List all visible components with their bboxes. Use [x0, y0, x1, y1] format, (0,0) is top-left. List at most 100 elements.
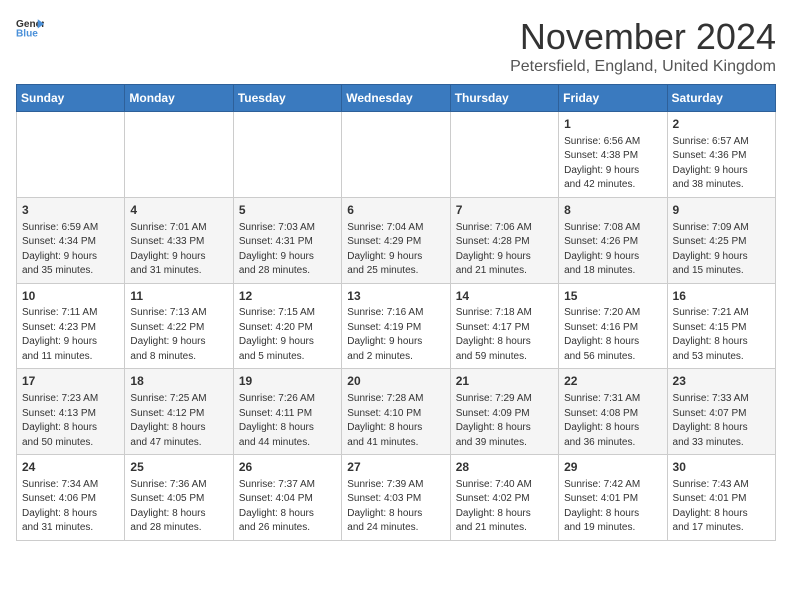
day-number: 15: [564, 288, 661, 305]
day-number: 1: [564, 116, 661, 133]
day-number: 3: [22, 202, 119, 219]
calendar-cell: 17 Sunrise: 7:23 AMSunset: 4:13 PMDayligh…: [17, 369, 125, 455]
day-info: Sunrise: 7:03 AMSunset: 4:31 PMDaylight:…: [239, 221, 336, 279]
day-info: Sunrise: 7:40 AMSunset: 4:02 PMDaylight:…: [456, 478, 553, 536]
day-number: 6: [347, 202, 444, 219]
day-number: 13: [347, 288, 444, 305]
day-number: 22: [564, 373, 661, 390]
day-info: Sunrise: 7:09 AMSunset: 4:25 PMDaylight:…: [673, 221, 770, 279]
day-info: Sunrise: 6:59 AMSunset: 4:34 PMDaylight:…: [22, 221, 119, 279]
day-number: 8: [564, 202, 661, 219]
calendar-cell: [233, 112, 341, 198]
logo: General Blue: [16, 16, 44, 38]
day-info: Sunrise: 7:29 AMSunset: 4:09 PMDaylight:…: [456, 392, 553, 450]
day-number: 20: [347, 373, 444, 390]
calendar-cell: 9 Sunrise: 7:09 AMSunset: 4:25 PMDaylight…: [667, 197, 775, 283]
calendar-cell: 14Sunrise: 7:18 AMSunset: 4:17 PMDayligh…: [450, 283, 558, 369]
col-header-saturday: Saturday: [667, 85, 775, 112]
day-info: Sunrise: 7:25 AMSunset: 4:12 PMDaylight:…: [130, 392, 227, 450]
day-number: 16: [673, 288, 770, 305]
calendar-cell: 19 Sunrise: 7:26 AMSunset: 4:11 PMDayligh…: [233, 369, 341, 455]
col-header-sunday: Sunday: [17, 85, 125, 112]
day-info: Sunrise: 7:23 AMSunset: 4:13 PMDaylight:…: [22, 392, 119, 450]
day-info: Sunrise: 7:42 AMSunset: 4:01 PMDaylight:…: [564, 478, 661, 536]
day-info: Sunrise: 7:13 AMSunset: 4:22 PMDaylight:…: [130, 306, 227, 364]
calendar-cell: [342, 112, 450, 198]
day-number: 29: [564, 459, 661, 476]
calendar-cell: 5 Sunrise: 7:03 AMSunset: 4:31 PMDaylight…: [233, 197, 341, 283]
day-info: Sunrise: 7:11 AMSunset: 4:23 PMDaylight:…: [22, 306, 119, 364]
calendar-week-row: 10Sunrise: 7:11 AMSunset: 4:23 PMDayligh…: [17, 283, 776, 369]
calendar-cell: 4 Sunrise: 7:01 AMSunset: 4:33 PMDaylight…: [125, 197, 233, 283]
calendar-week-row: 1 Sunrise: 6:56 AMSunset: 4:38 PMDaylight…: [17, 112, 776, 198]
day-number: 14: [456, 288, 553, 305]
location-subtitle: Petersfield, England, United Kingdom: [510, 58, 776, 76]
title-area: November 2024 Petersfield, England, Unit…: [510, 16, 776, 76]
calendar-cell: 2Sunrise: 6:57 AMSunset: 4:36 PMDaylight…: [667, 112, 775, 198]
calendar-cell: 27Sunrise: 7:39 AMSunset: 4:03 PMDayligh…: [342, 455, 450, 541]
calendar-cell: 6Sunrise: 7:04 AMSunset: 4:29 PMDaylight…: [342, 197, 450, 283]
calendar-cell: 24 Sunrise: 7:34 AMSunset: 4:06 PMDayligh…: [17, 455, 125, 541]
day-number: 27: [347, 459, 444, 476]
calendar-cell: 15Sunrise: 7:20 AMSunset: 4:16 PMDayligh…: [559, 283, 667, 369]
calendar-header-row: SundayMondayTuesdayWednesdayThursdayFrid…: [17, 85, 776, 112]
day-info: Sunrise: 7:20 AMSunset: 4:16 PMDaylight:…: [564, 306, 661, 364]
col-header-thursday: Thursday: [450, 85, 558, 112]
calendar-cell: 10Sunrise: 7:11 AMSunset: 4:23 PMDayligh…: [17, 283, 125, 369]
calendar-cell: 7Sunrise: 7:06 AMSunset: 4:28 PMDaylight…: [450, 197, 558, 283]
calendar-cell: 16Sunrise: 7:21 AMSunset: 4:15 PMDayligh…: [667, 283, 775, 369]
day-info: Sunrise: 7:15 AMSunset: 4:20 PMDaylight:…: [239, 306, 336, 364]
day-number: 23: [673, 373, 770, 390]
day-info: Sunrise: 7:18 AMSunset: 4:17 PMDaylight:…: [456, 306, 553, 364]
day-number: 9: [673, 202, 770, 219]
day-info: Sunrise: 7:36 AMSunset: 4:05 PMDaylight:…: [130, 478, 227, 536]
day-number: 30: [673, 459, 770, 476]
calendar-cell: 20 Sunrise: 7:28 AMSunset: 4:10 PMDayligh…: [342, 369, 450, 455]
calendar-cell: 28 Sunrise: 7:40 AMSunset: 4:02 PMDayligh…: [450, 455, 558, 541]
day-number: 18: [130, 373, 227, 390]
day-number: 24: [22, 459, 119, 476]
calendar-cell: [125, 112, 233, 198]
day-info: Sunrise: 6:56 AMSunset: 4:38 PMDaylight:…: [564, 135, 661, 193]
day-number: 21: [456, 373, 553, 390]
calendar-table: SundayMondayTuesdayWednesdayThursdayFrid…: [16, 84, 776, 541]
month-title: November 2024: [510, 16, 776, 58]
calendar-cell: 30 Sunrise: 7:43 AMSunset: 4:01 PMDayligh…: [667, 455, 775, 541]
day-number: 11: [130, 288, 227, 305]
calendar-cell: [450, 112, 558, 198]
day-info: Sunrise: 7:37 AMSunset: 4:04 PMDaylight:…: [239, 478, 336, 536]
day-number: 19: [239, 373, 336, 390]
logo-icon: General Blue: [16, 16, 44, 38]
day-number: 10: [22, 288, 119, 305]
day-info: Sunrise: 7:01 AMSunset: 4:33 PMDaylight:…: [130, 221, 227, 279]
day-number: 7: [456, 202, 553, 219]
day-info: Sunrise: 7:34 AMSunset: 4:06 PMDaylight:…: [22, 478, 119, 536]
calendar-cell: 13Sunrise: 7:16 AMSunset: 4:19 PMDayligh…: [342, 283, 450, 369]
page-header: General Blue November 2024 Petersfield, …: [16, 16, 776, 76]
calendar-cell: 3 Sunrise: 6:59 AMSunset: 4:34 PMDaylight…: [17, 197, 125, 283]
calendar-cell: 12Sunrise: 7:15 AMSunset: 4:20 PMDayligh…: [233, 283, 341, 369]
col-header-wednesday: Wednesday: [342, 85, 450, 112]
calendar-cell: 8Sunrise: 7:08 AMSunset: 4:26 PMDaylight…: [559, 197, 667, 283]
day-number: 12: [239, 288, 336, 305]
calendar-week-row: 24 Sunrise: 7:34 AMSunset: 4:06 PMDayligh…: [17, 455, 776, 541]
day-number: 4: [130, 202, 227, 219]
day-number: 5: [239, 202, 336, 219]
day-info: Sunrise: 7:28 AMSunset: 4:10 PMDaylight:…: [347, 392, 444, 450]
calendar-week-row: 17 Sunrise: 7:23 AMSunset: 4:13 PMDayligh…: [17, 369, 776, 455]
calendar-cell: 1 Sunrise: 6:56 AMSunset: 4:38 PMDaylight…: [559, 112, 667, 198]
calendar-cell: 21 Sunrise: 7:29 AMSunset: 4:09 PMDayligh…: [450, 369, 558, 455]
day-info: Sunrise: 7:43 AMSunset: 4:01 PMDaylight:…: [673, 478, 770, 536]
calendar-cell: 25Sunrise: 7:36 AMSunset: 4:05 PMDayligh…: [125, 455, 233, 541]
calendar-week-row: 3 Sunrise: 6:59 AMSunset: 4:34 PMDaylight…: [17, 197, 776, 283]
calendar-cell: 29 Sunrise: 7:42 AMSunset: 4:01 PMDayligh…: [559, 455, 667, 541]
day-number: 17: [22, 373, 119, 390]
day-info: Sunrise: 6:57 AMSunset: 4:36 PMDaylight:…: [673, 135, 770, 193]
day-info: Sunrise: 7:16 AMSunset: 4:19 PMDaylight:…: [347, 306, 444, 364]
calendar-cell: 26Sunrise: 7:37 AMSunset: 4:04 PMDayligh…: [233, 455, 341, 541]
calendar-cell: [17, 112, 125, 198]
col-header-tuesday: Tuesday: [233, 85, 341, 112]
day-number: 28: [456, 459, 553, 476]
calendar-body: 1 Sunrise: 6:56 AMSunset: 4:38 PMDaylight…: [17, 112, 776, 541]
day-info: Sunrise: 7:26 AMSunset: 4:11 PMDaylight:…: [239, 392, 336, 450]
